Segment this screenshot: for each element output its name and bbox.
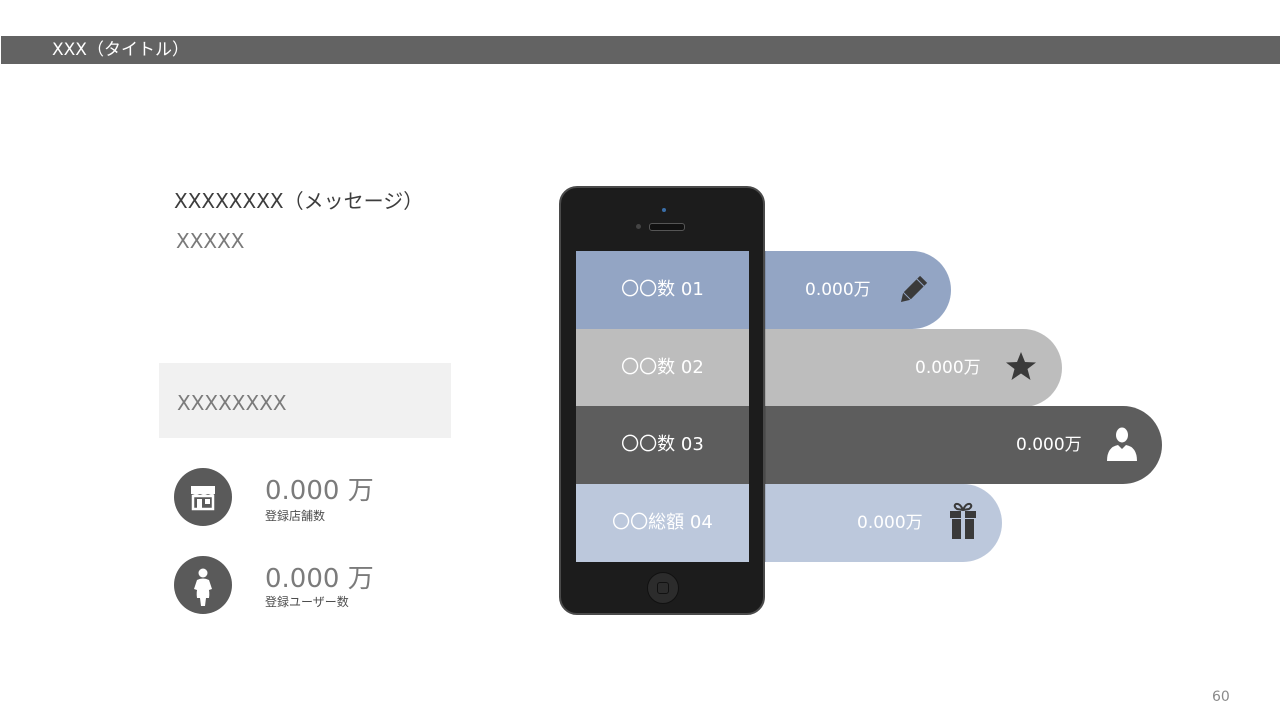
user-icon <box>1107 427 1137 461</box>
highlight-box-text: XXXXXXXX <box>177 391 287 415</box>
bar-row-01: 0.000万 <box>755 251 951 329</box>
screen-row-01: 〇〇数 01 <box>576 251 749 329</box>
home-button <box>647 572 679 604</box>
star-icon <box>1006 352 1036 380</box>
main-message: XXXXXXXX（メッセージ） <box>174 189 424 213</box>
page-number: 60 <box>1212 689 1230 705</box>
pencil-icon <box>900 275 928 303</box>
title-bar: XXX（タイトル） <box>1 36 1280 64</box>
person-icon <box>194 568 212 606</box>
bar-value-04: 0.000万 <box>857 513 923 533</box>
store-icon-circle <box>174 468 232 526</box>
sub-message: XXXXX <box>176 229 245 253</box>
gift-icon <box>950 502 976 539</box>
page-title: XXX（タイトル） <box>52 40 189 60</box>
store-count-value: 0.000 万 <box>265 476 374 506</box>
home-button-square <box>657 582 669 594</box>
camera-dot <box>662 208 666 212</box>
bar-value-03: 0.000万 <box>1016 435 1082 455</box>
bar-value-01: 0.000万 <box>805 280 871 300</box>
user-count-label: 登録ユーザー数 <box>265 595 349 609</box>
screen-row-04: 〇〇総額 04 <box>576 484 749 562</box>
sensor-dot <box>636 224 641 229</box>
store-count-label: 登録店舗数 <box>265 509 326 523</box>
screen-row-02: 〇〇数 02 <box>576 329 749 407</box>
screen-row-03: 〇〇数 03 <box>576 406 749 484</box>
bar-row-04: 0.000万 <box>755 484 1002 562</box>
user-count-value: 0.000 万 <box>265 564 374 594</box>
bar-row-03: 0.000万 <box>755 406 1162 484</box>
bar-row-02: 0.000万 <box>755 329 1062 407</box>
store-icon <box>191 486 215 511</box>
person-icon-circle <box>174 556 232 614</box>
bar-value-02: 0.000万 <box>915 358 981 378</box>
speaker-slot <box>649 223 685 231</box>
highlight-box: XXXXXXXX <box>159 363 451 438</box>
